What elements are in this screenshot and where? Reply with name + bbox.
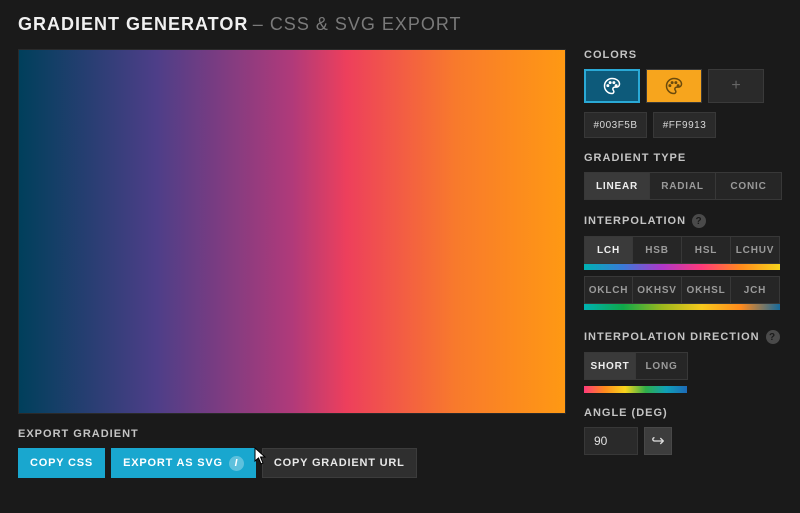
color-hex-0[interactable]: #003F5B	[584, 112, 647, 138]
interp-hsl[interactable]: HSL	[682, 236, 731, 264]
interp-okhsl[interactable]: OKHSL	[682, 276, 731, 304]
dir-short[interactable]: SHORT	[584, 352, 636, 380]
copy-url-button[interactable]: COPY GRADIENT URL	[262, 448, 417, 478]
interp-strip-2	[584, 304, 780, 310]
interp-direction-label: INTERPOLATION DIRECTION ?	[584, 330, 782, 344]
interp-lchuv[interactable]: LCHUV	[731, 236, 780, 264]
add-color-button[interactable]: +	[708, 69, 764, 103]
copy-css-button[interactable]: COPY CSS	[18, 448, 105, 478]
angle-label: ANGLE (DEG)	[584, 407, 782, 419]
page-subtitle: CSS & SVG EXPORT	[270, 14, 462, 34]
page-title-row: GRADIENT GENERATOR – CSS & SVG EXPORT	[18, 14, 780, 35]
gradient-type-linear[interactable]: LINEAR	[584, 172, 650, 200]
interp-okhsv[interactable]: OKHSV	[633, 276, 682, 304]
help-icon[interactable]: ?	[692, 214, 706, 228]
interp-lch[interactable]: LCH	[584, 236, 633, 264]
gradient-type-conic[interactable]: CONIC	[716, 172, 782, 200]
dir-strip	[584, 386, 687, 393]
reverse-icon: ↪	[651, 431, 664, 451]
color-swatch-0[interactable]	[584, 69, 640, 103]
info-icon: i	[229, 456, 244, 471]
plus-icon: +	[731, 77, 740, 95]
help-icon[interactable]: ?	[766, 330, 780, 344]
gradient-preview	[18, 49, 566, 414]
color-swatch-1[interactable]	[646, 69, 702, 103]
gradient-type-radial[interactable]: RADIAL	[650, 172, 716, 200]
dir-long[interactable]: LONG	[636, 352, 688, 380]
interp-hsb[interactable]: HSB	[633, 236, 682, 264]
palette-icon	[603, 77, 621, 95]
interp-strip-1	[584, 264, 780, 270]
page-title: GRADIENT GENERATOR	[18, 14, 248, 34]
export-svg-button[interactable]: EXPORT AS SVG i	[111, 448, 256, 478]
gradient-type-label: GRADIENT TYPE	[584, 152, 782, 164]
angle-reverse-button[interactable]: ↪	[644, 427, 672, 455]
interpolation-label: INTERPOLATION ?	[584, 214, 782, 228]
colors-label: COLORS	[584, 49, 782, 61]
interp-jch[interactable]: JCH	[731, 276, 780, 304]
export-label: EXPORT GRADIENT	[18, 428, 566, 440]
interp-oklch[interactable]: OKLCH	[584, 276, 633, 304]
color-hex-1[interactable]: #FF9913	[653, 112, 716, 138]
page-title-sep: –	[253, 14, 270, 34]
angle-input[interactable]: 90	[584, 427, 638, 455]
palette-icon	[665, 77, 683, 95]
